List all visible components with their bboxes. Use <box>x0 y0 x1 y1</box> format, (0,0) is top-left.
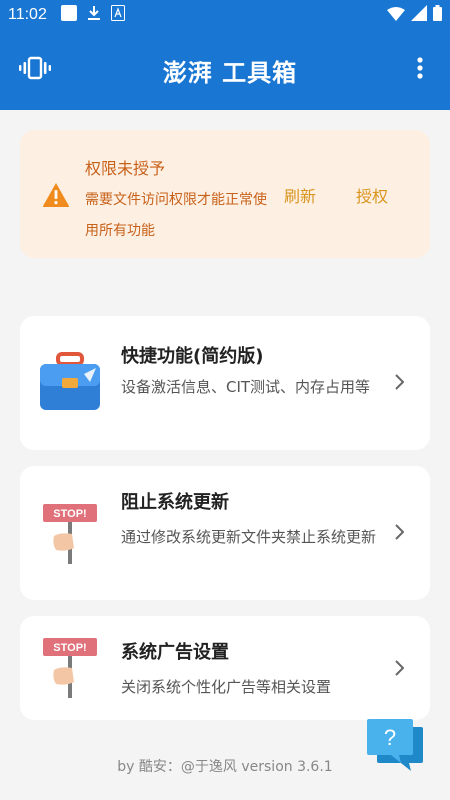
feature-card-quick-functions[interactable]: 快捷功能(简约版) 设备激活信息、CIT测试、内存占用等 <box>20 316 430 450</box>
feature-description: 关闭系统个性化广告等相关设置 <box>121 678 332 696</box>
svg-text:?: ? <box>384 725 396 750</box>
svg-text:STOP!: STOP! <box>53 508 86 520</box>
vibrate-icon <box>19 56 51 84</box>
toolbar: 澎湃 工具箱 <box>0 40 450 100</box>
feature-title: 阻止系统更新 <box>121 492 229 513</box>
permission-title: 权限未授予 <box>85 159 166 178</box>
briefcase-icon <box>38 352 102 416</box>
status-time: 11:02 <box>8 6 47 23</box>
permission-notice: 权限未授予 需要文件访问权限才能正常使用所有功能 刷新 授权 <box>20 130 430 258</box>
feature-card-block-updates[interactable]: STOP! 阻止系统更新 通过修改系统更新文件夹禁止系统更新 <box>20 466 430 600</box>
svg-text:STOP!: STOP! <box>53 642 86 654</box>
feature-title: 快捷功能(简约版) <box>121 346 264 367</box>
download-icon <box>87 5 101 25</box>
help-button[interactable]: ? <box>365 715 425 779</box>
help-chat-icon: ? <box>367 719 423 771</box>
signal-icon <box>411 5 427 25</box>
sim-app-icon <box>110 5 125 25</box>
chevron-right-icon <box>395 660 405 680</box>
chevron-right-icon <box>395 374 405 394</box>
stop-sign-icon: STOP! <box>38 636 102 704</box>
vibrate-button[interactable] <box>0 56 70 84</box>
battery-icon <box>433 5 442 25</box>
warning-icon <box>42 182 70 212</box>
app-bar: 11:02 澎湃 工具箱 <box>0 0 450 110</box>
grant-button[interactable]: 授权 <box>356 185 388 209</box>
chevron-right-icon <box>395 524 405 544</box>
feature-title: 系统广告设置 <box>121 642 229 663</box>
permission-description: 需要文件访问权限才能正常使用所有功能 <box>85 192 267 239</box>
feature-description: 设备激活信息、CIT测试、内存占用等 <box>121 378 371 396</box>
page-title: 澎湃 工具箱 <box>162 58 298 87</box>
app-square-icon <box>60 5 77 25</box>
stop-sign-icon: STOP! <box>38 502 102 570</box>
feature-description: 通过修改系统更新文件夹禁止系统更新 <box>121 528 377 546</box>
more-vert-icon <box>417 57 423 83</box>
feature-card-ad-settings[interactable]: STOP! 系统广告设置 关闭系统个性化广告等相关设置 <box>20 616 430 720</box>
status-bar: 11:02 <box>0 0 450 30</box>
more-options-button[interactable] <box>390 57 450 83</box>
wifi-icon <box>387 6 405 25</box>
refresh-button[interactable]: 刷新 <box>284 185 316 209</box>
